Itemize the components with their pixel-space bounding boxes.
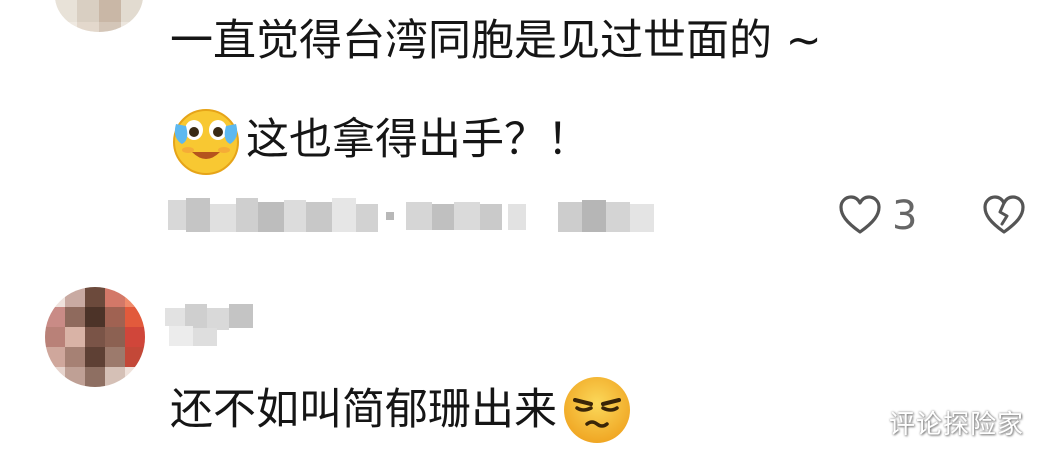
crying-laughing-emoji: [173, 109, 239, 175]
comment-text-line2: 这也拿得出手？！: [170, 104, 590, 176]
avatar[interactable]: [55, 0, 143, 32]
comment-text: 一直觉得台湾同胞是见过世面的 ~: [170, 16, 822, 66]
comment-section: 一直觉得台湾同胞是见过世面的 ~ 这也拿得出手？！ 3 还不如叫简郁珊出来 评论…: [0, 0, 1040, 457]
like-count: 3: [892, 193, 918, 239]
comment-meta-obscured: [168, 192, 658, 242]
broken-heart-icon[interactable]: [982, 194, 1026, 236]
smirking-face-emoji: [564, 377, 630, 443]
comment-text: 这也拿得出手？！: [246, 115, 590, 165]
avatar[interactable]: [45, 287, 145, 387]
username-obscured[interactable]: [165, 300, 265, 348]
comment-text: 还不如叫简郁珊出来: [170, 385, 557, 435]
heart-outline-icon[interactable]: [838, 194, 882, 236]
watermark: 评论探险家: [888, 410, 1024, 440]
comment-text-line: 还不如叫简郁珊出来: [170, 374, 633, 446]
